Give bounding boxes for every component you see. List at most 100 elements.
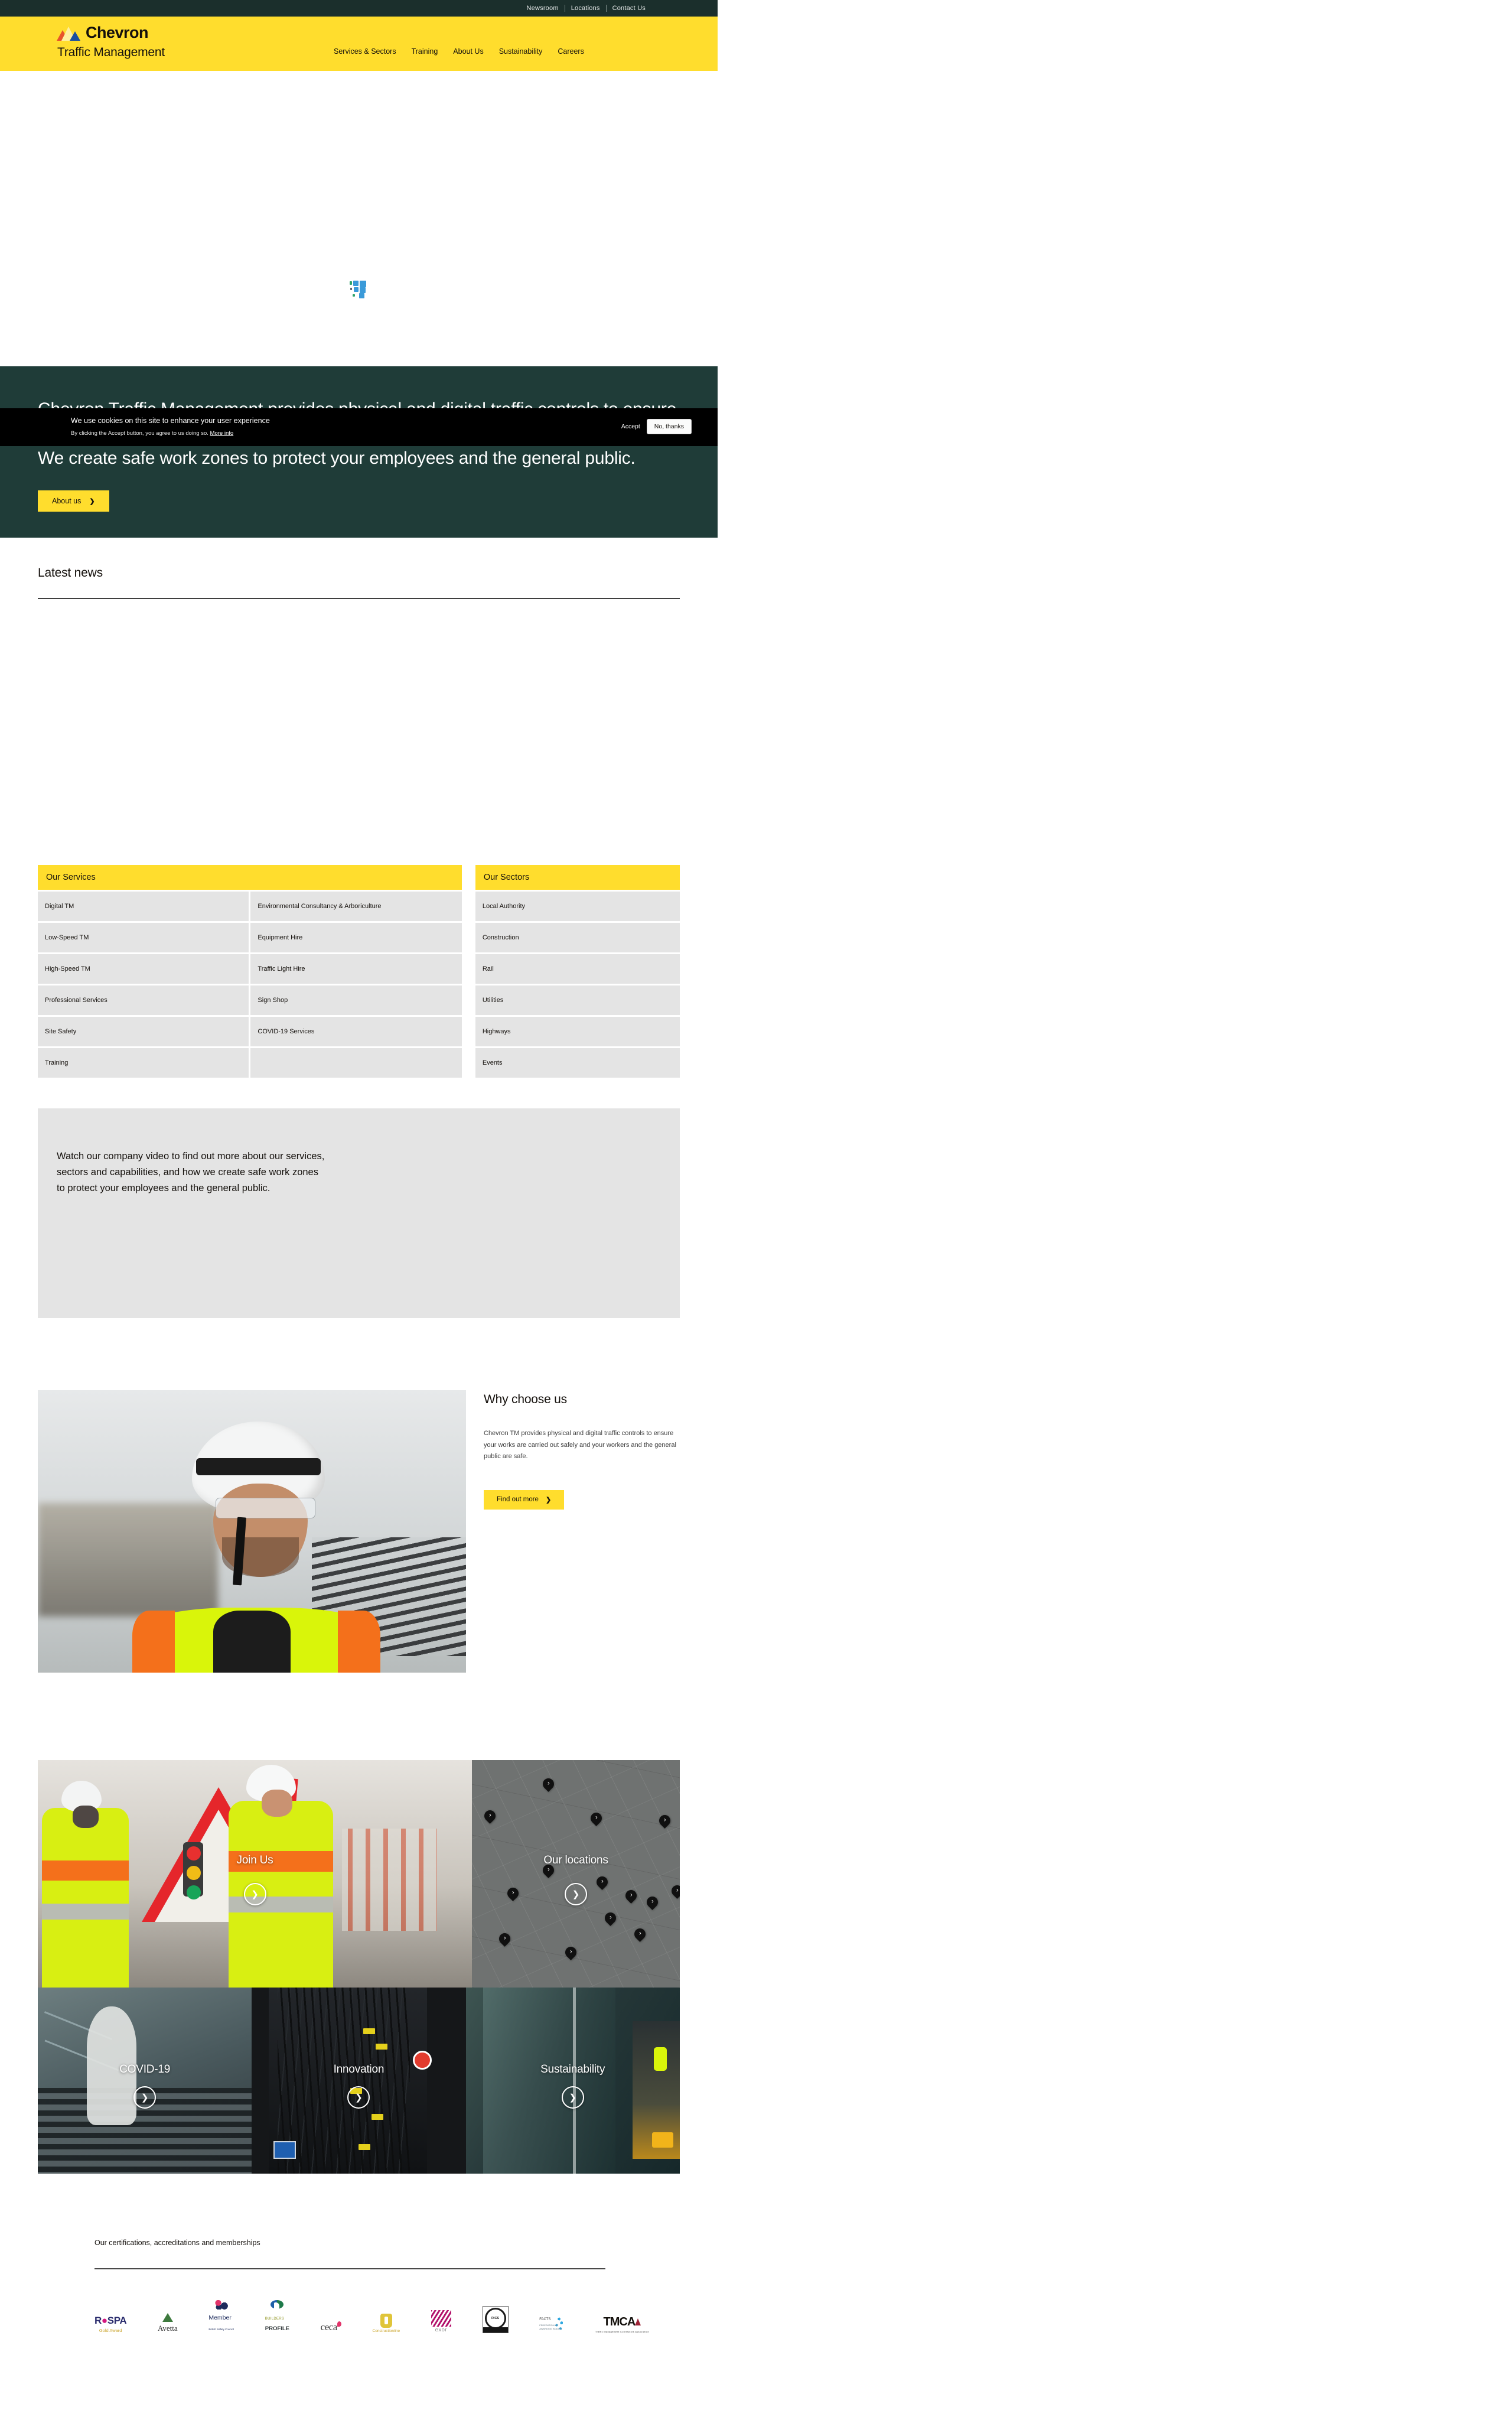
certifications-divider	[94, 2268, 605, 2270]
chevron-triangles-logo-icon	[57, 25, 83, 41]
chevron-right-icon: ❯	[89, 497, 95, 505]
cookie-copy: We use cookies on this site to enhance y…	[71, 417, 270, 437]
sector-cell[interactable]: Construction	[475, 923, 680, 953]
exor-label: exor	[435, 2327, 448, 2334]
our-services-table: Our Services Digital TM Environmental Co…	[38, 865, 462, 1078]
sector-cell[interactable]: Local Authority	[475, 892, 680, 922]
tile-join-us[interactable]: Join Us ❯	[38, 1760, 472, 1988]
cert-logo-tmca[interactable]: TMCA Traffic Management Contractors Asso…	[595, 2300, 649, 2333]
brand-logo-link[interactable]: Chevron Traffic Management	[57, 25, 165, 58]
service-cell[interactable]: Environmental Consultancy & Arboricultur…	[250, 892, 462, 922]
rics-label: RICS	[484, 2307, 506, 2329]
service-cell[interactable]: Traffic Light Hire	[250, 954, 462, 984]
brand-subtitle: Traffic Management	[57, 45, 165, 59]
tile-our-locations[interactable]: Our locations ❯	[472, 1760, 680, 1988]
service-cell[interactable]: Training	[38, 1048, 249, 1078]
brand-top-row: Chevron	[57, 25, 165, 41]
facts-logo-icon: FACTS FEDERATION OF AWARDING BODIES	[539, 2315, 565, 2334]
service-cell[interactable]: COVID-19 Services	[250, 1017, 462, 1047]
constructionline-label: Constructionline	[372, 2329, 400, 2334]
latest-news-title: Latest news	[38, 566, 103, 580]
nav-item-sustainability[interactable]: Sustainability	[499, 47, 543, 56]
certifications-section: Our certifications, accreditations and m…	[0, 2239, 718, 2334]
hero-about-us-button[interactable]: About us ❯	[38, 490, 109, 512]
service-cell[interactable]: High-Speed TM	[38, 954, 249, 984]
why-choose-us-text: Why choose us Chevron TM provides physic…	[484, 1390, 680, 1673]
utility-link-newsroom[interactable]: Newsroom	[521, 5, 565, 12]
tile-covid-19[interactable]: COVID-19 ❯	[38, 1988, 252, 2174]
tile-innovation[interactable]: Innovation ❯	[252, 1988, 466, 2174]
tile-label-join-us: Join Us	[236, 1853, 273, 1866]
chevron-right-circle-icon: ❯	[561, 2086, 584, 2109]
service-cell[interactable]: Equipment Hire	[250, 923, 462, 953]
why-choose-us-body: Chevron TM provides physical and digital…	[484, 1430, 676, 1461]
service-cell[interactable]: Site Safety	[38, 1017, 249, 1047]
service-cell[interactable]: Digital TM	[38, 892, 249, 922]
cert-logo-exor[interactable]: exor	[431, 2300, 451, 2333]
cookie-decline-button[interactable]: No, thanks	[646, 419, 692, 434]
broken-image-icon	[344, 281, 366, 301]
cookie-accept-button[interactable]: Accept	[620, 421, 641, 432]
cert-logo-avetta[interactable]: Avetta	[158, 2300, 178, 2333]
cert-logo-facts[interactable]: FACTS FEDERATION OF AWARDING BODIES	[539, 2300, 565, 2334]
find-out-more-button[interactable]: Find out more ❯	[484, 1489, 565, 1510]
utility-bar: Newsroom Locations Contact Us	[0, 0, 718, 17]
rospa-logo-icon: R●SPA	[94, 2315, 127, 2327]
cert-logo-builders-profile[interactable]: BUILDERS PROFILE	[265, 2300, 289, 2333]
service-cell-empty	[250, 1048, 462, 1078]
facts-label: FACTS	[539, 2318, 551, 2322]
tile-label-innovation: Innovation	[333, 2063, 384, 2076]
builders-profile-label: PROFILE	[265, 2325, 289, 2333]
builders-profile-logo-icon	[271, 2300, 284, 2311]
member-label: Member	[208, 2314, 232, 2322]
chevron-right-circle-icon: ❯	[565, 1883, 587, 1906]
cert-logo-rics[interactable]: RICS	[482, 2300, 509, 2334]
sector-cell[interactable]: Highways	[475, 1017, 680, 1047]
tile-sustainability[interactable]: Sustainability ❯	[465, 1988, 680, 2174]
site-header: Chevron Traffic Management Services & Se…	[0, 17, 718, 71]
nav-item-services-sectors[interactable]: Services & Sectors	[334, 47, 396, 56]
latest-news-section: Latest news	[0, 538, 718, 865]
nav-item-training[interactable]: Training	[412, 47, 438, 56]
tile-label-sustainability: Sustainability	[540, 2063, 605, 2076]
utility-link-locations[interactable]: Locations	[565, 5, 606, 12]
our-services-header: Our Services	[38, 865, 462, 890]
avetta-label: Avetta	[157, 2324, 178, 2333]
certifications-title: Our certifications, accreditations and m…	[94, 2239, 260, 2247]
cert-logo-ceca[interactable]: ceca	[321, 2300, 341, 2333]
service-cell[interactable]: Professional Services	[38, 985, 249, 1016]
member-sublabel: British Safety Council	[208, 2328, 234, 2331]
sector-cell[interactable]: Utilities	[475, 985, 680, 1016]
why-choose-us-photo	[38, 1390, 466, 1673]
cookie-more-info-link[interactable]: More info	[210, 430, 234, 437]
promo-tiles-section: Join Us ❯ Our locations ❯	[38, 1760, 680, 2174]
chevron-right-icon: ❯	[545, 1496, 552, 1504]
cookie-subtitle-text: By clicking the Accept button, you agree…	[71, 430, 208, 437]
sector-cell[interactable]: Rail	[475, 954, 680, 984]
rics-logo-icon: RICS	[482, 2306, 509, 2334]
service-cell[interactable]: Low-Speed TM	[38, 923, 249, 953]
tile-label-covid-19: COVID-19	[119, 2063, 171, 2076]
cert-logo-constructionline[interactable]: Constructionline	[373, 2300, 400, 2333]
service-cell[interactable]: Sign Shop	[250, 985, 462, 1016]
sector-cell[interactable]: Events	[475, 1048, 680, 1078]
promo-tiles-row-2: COVID-19 ❯ Innovation ❯ Sustainability ❯	[38, 1988, 680, 2174]
cert-logo-british-safety-council[interactable]: Member British Safety Council	[208, 2300, 234, 2333]
cert-logo-rospa[interactable]: R●SPA Gold Award	[94, 2300, 127, 2333]
cookie-title: We use cookies on this site to enhance y…	[71, 417, 270, 425]
british-safety-council-logo-icon	[214, 2300, 228, 2310]
latest-news-empty-region	[38, 599, 680, 865]
brand-name: Chevron	[86, 24, 149, 41]
hero-cta-label: About us	[52, 497, 82, 506]
tmca-logo-icon: TMCA	[604, 2315, 641, 2329]
utility-link-contact-us[interactable]: Contact Us	[607, 5, 651, 12]
exor-logo-icon	[431, 2310, 451, 2327]
nav-item-about-us[interactable]: About Us	[453, 47, 483, 56]
tmca-sublabel: Traffic Management Contractors Associati…	[595, 2330, 649, 2334]
company-video-block[interactable]: Watch our company video to find out more…	[38, 1108, 680, 1319]
find-out-more-label: Find out more	[497, 1496, 539, 1504]
hero-band: Chevron Traffic Management provides phys…	[0, 366, 718, 538]
nav-item-careers[interactable]: Careers	[558, 47, 584, 56]
tile-label-our-locations: Our locations	[543, 1853, 608, 1866]
avetta-logo-icon	[162, 2313, 173, 2323]
